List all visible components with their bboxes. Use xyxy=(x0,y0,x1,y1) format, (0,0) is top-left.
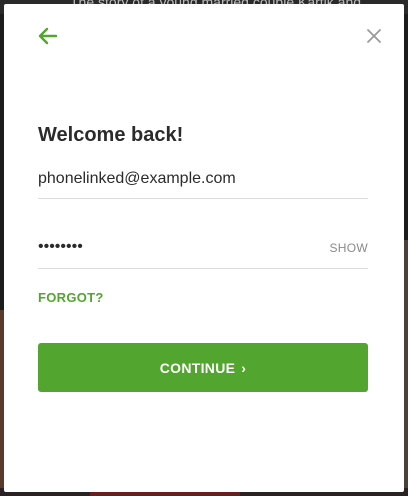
continue-button[interactable]: CONTINUE › xyxy=(38,343,368,392)
close-button[interactable] xyxy=(362,24,386,48)
login-dialog: Welcome back! phonelinked@example.com ••… xyxy=(4,4,404,492)
dialog-title: Welcome back! xyxy=(38,124,184,146)
close-icon xyxy=(367,29,381,43)
email-value[interactable]: phonelinked@example.com xyxy=(38,170,236,188)
password-value[interactable]: •••••••• xyxy=(38,238,83,256)
backdrop-right-panel xyxy=(404,240,408,496)
email-field[interactable]: phonelinked@example.com xyxy=(38,164,368,199)
continue-label: CONTINUE xyxy=(159,359,236,376)
show-password-toggle[interactable]: SHOW xyxy=(329,241,368,255)
arrow-left-icon xyxy=(38,27,58,45)
chevron-right-icon: › xyxy=(241,359,247,376)
back-button[interactable] xyxy=(36,24,60,48)
password-field[interactable]: •••••••• SHOW xyxy=(38,234,368,269)
forgot-password-link[interactable]: FORGOT? xyxy=(38,290,104,305)
